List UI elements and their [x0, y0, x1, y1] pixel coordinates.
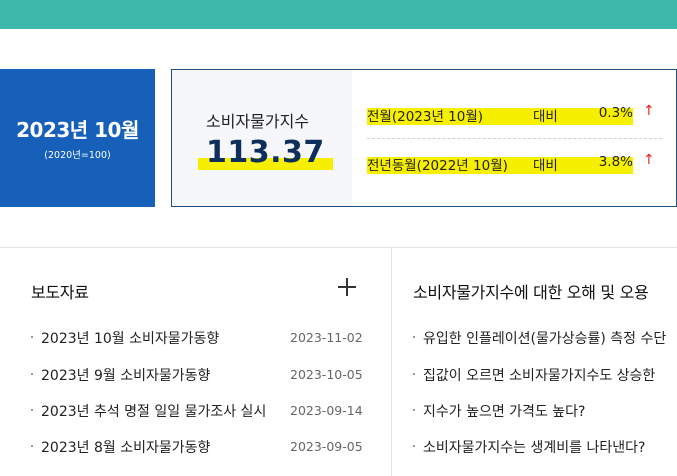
faq-item-title[interactable]: 소비자물가지수는 생계비를 나타낸다? [423, 437, 645, 457]
press-item-title[interactable]: 2023년 추석 명절 일일 물가조사 실시 [41, 401, 266, 421]
press-section-title: 보도자료 [31, 283, 89, 302]
yoy-compare-label: 대비 [533, 158, 558, 174]
bullet-icon [31, 373, 33, 375]
top-header-bar [0, 0, 677, 29]
plus-icon[interactable] [338, 278, 356, 296]
press-item-date: 2023-09-14 [290, 403, 363, 418]
cpi-index-label: 소비자물가지수 [206, 112, 310, 131]
press-item-date: 2023-11-02 [290, 330, 363, 345]
row-divider [367, 138, 662, 139]
base-year-label: (2020년=100) [44, 150, 111, 161]
mom-change-row: 전월(2023년 10월) 대비 0.3% ↑ [367, 103, 663, 125]
mom-percent: 0.3% [598, 105, 633, 121]
yoy-percent: 3.8% [598, 154, 633, 170]
faq-section-title: 소비자물가지수에 대한 오해 및 오용 [413, 283, 649, 302]
cpi-summary-panel: 소비자물가지수 113.37 전월(2023년 10월) 대비 0.3% ↑ 전… [171, 69, 677, 207]
bullet-icon [413, 336, 415, 338]
yoy-change-row: 전년동월(2022년 10월) 대비 3.8% ↑ [367, 152, 663, 174]
section-divider [0, 247, 677, 248]
mom-compare-label: 대비 [533, 109, 558, 125]
period-label: 2023년 10월 [16, 118, 139, 142]
cpi-index-value: 113.37 [198, 134, 333, 172]
bullet-icon [31, 409, 33, 411]
faq-item-title[interactable]: 집값이 오르면 소비자물가지수도 상승한 [423, 365, 655, 385]
bullet-icon [413, 445, 415, 447]
press-item-title[interactable]: 2023년 8월 소비자물가동향 [41, 437, 210, 457]
faq-item-title[interactable]: 지수가 높으면 가격도 높다? [423, 401, 585, 421]
bullet-icon [413, 373, 415, 375]
faq-item-title[interactable]: 유입한 인플레이션(물가상승률) 측정 수단 [423, 328, 666, 348]
cpi-index-area: 소비자물가지수 113.37 [172, 70, 352, 206]
press-item-title[interactable]: 2023년 9월 소비자물가동향 [41, 365, 210, 385]
bullet-icon [31, 336, 33, 338]
column-divider [391, 248, 392, 476]
bullet-icon [413, 409, 415, 411]
period-box: 2023년 10월 (2020년=100) [0, 69, 155, 207]
press-item-date: 2023-09-05 [290, 439, 363, 454]
arrow-up-icon: ↑ [643, 103, 655, 119]
press-item-date: 2023-10-05 [290, 367, 363, 382]
mom-label: 전월(2023년 10월) [367, 109, 484, 125]
yoy-label: 전년동월(2022년 10월) [367, 158, 508, 174]
cpi-index-value-text: 113.37 [206, 135, 325, 170]
bullet-icon [31, 445, 33, 447]
press-item-title[interactable]: 2023년 10월 소비자물가동향 [41, 328, 219, 348]
arrow-up-icon: ↑ [643, 152, 655, 168]
